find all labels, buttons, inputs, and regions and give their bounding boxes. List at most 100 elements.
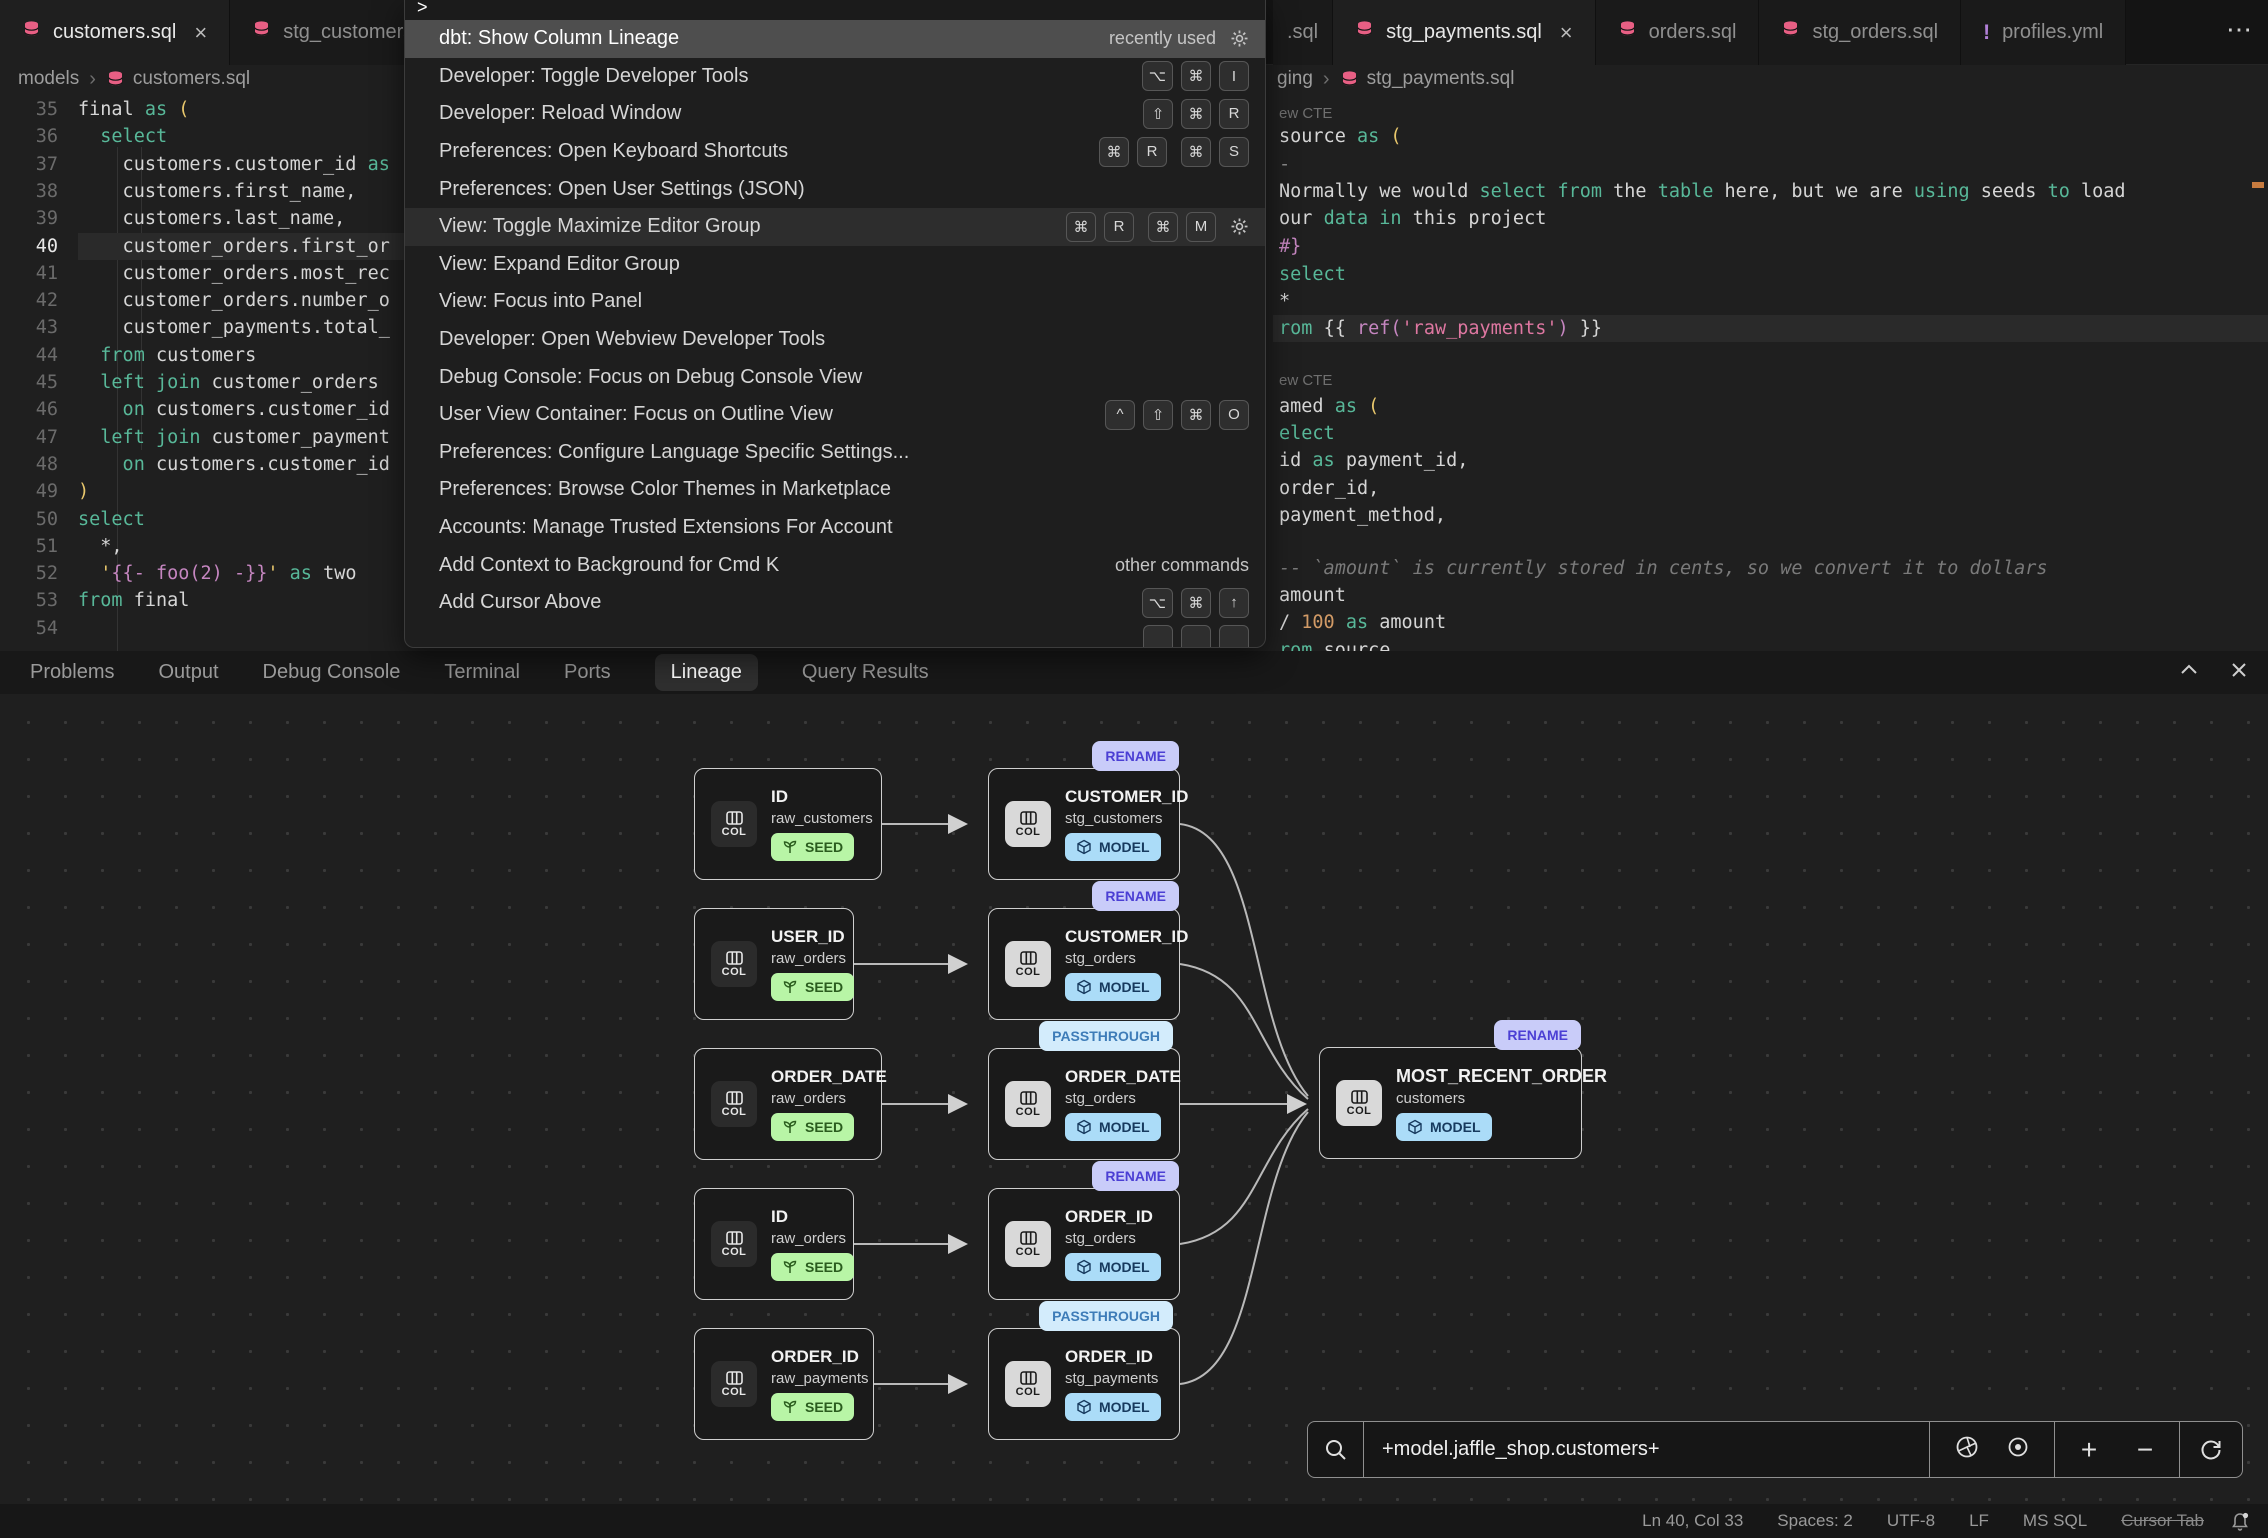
code-segment: select: [78, 126, 167, 147]
node-subtitle: stg_orders: [1065, 1230, 1161, 1247]
focus-target-icon[interactable]: [2006, 1435, 2030, 1464]
close-icon[interactable]: ×: [1560, 20, 1573, 46]
code-text: Normally we would select from the table …: [1279, 178, 2126, 205]
panel-close-icon[interactable]: [2228, 659, 2250, 686]
breadcrumb[interactable]: ging›stg_payments.sql: [1277, 65, 1514, 93]
code-segment: select: [1279, 264, 1346, 285]
code-editor-stg-payments[interactable]: ew CTEsource as (-Normally we would sele…: [1273, 93, 2268, 651]
tab-stg_payments-sql[interactable]: stg_payments.sql ×: [1333, 0, 1596, 65]
panel-tab-problems[interactable]: Problems: [30, 661, 114, 684]
code-text: order_id,: [1279, 475, 1379, 502]
line-number: 48: [0, 451, 58, 478]
palette-row[interactable]: User View Container: Focus on Outline Vi…: [405, 396, 1265, 434]
status-item-spaces-2[interactable]: Spaces: 2: [1777, 1511, 1853, 1531]
column-icon: [726, 951, 743, 965]
code-line: 39 customers.last_name,: [0, 205, 404, 232]
code-text: select: [78, 506, 145, 533]
palette-row[interactable]: dbt: Show Column Lineagerecently used: [405, 20, 1265, 58]
status-item-lf[interactable]: LF: [1969, 1511, 1989, 1531]
palette-row[interactable]: Add Cursor Above⌥⌘↑: [405, 584, 1265, 622]
breadcrumb-part[interactable]: ging: [1277, 68, 1313, 90]
command-palette-input[interactable]: >: [405, 0, 1265, 20]
more-tabs-button[interactable]: ⋯: [2226, 14, 2254, 45]
column-icon: [726, 1091, 743, 1105]
lineage-toolbar: + −: [1307, 1421, 2243, 1478]
tab-orders-sql[interactable]: orders.sql: [1596, 0, 1760, 65]
lineage-node-id-raw_customers[interactable]: COLIDraw_customersSEED: [694, 768, 882, 880]
close-icon[interactable]: ×: [194, 20, 207, 46]
seed-icon: [782, 979, 798, 995]
lineage-node-customer_id-stg_orders[interactable]: RENAMECOLCUSTOMER_IDstg_ordersMODEL: [988, 908, 1180, 1020]
breadcrumb-part[interactable]: models: [18, 68, 79, 90]
app-window: customers.sql×stg_customers .sqlstg_paym…: [0, 0, 2268, 1538]
palette-row[interactable]: Preferences: Browse Color Themes in Mark…: [405, 471, 1265, 509]
code-segment: amount: [1379, 612, 1446, 633]
tab-profiles-yml[interactable]: !profiles.yml: [1961, 0, 2126, 65]
panel-tab-lineage[interactable]: Lineage: [655, 654, 758, 691]
column-icon: [726, 1371, 743, 1385]
keybinding-chip: ⌘: [1181, 61, 1211, 91]
palette-row[interactable]: Accounts: Manage Trusted Extensions For …: [405, 509, 1265, 547]
aperture-icon[interactable]: [1954, 1434, 1980, 1465]
palette-row[interactable]: View: Toggle Maximize Editor Group⌘R⌘M: [405, 208, 1265, 246]
database-icon: [22, 20, 41, 45]
palette-row[interactable]: Preferences: Open Keyboard Shortcuts⌘R⌘S: [405, 133, 1265, 171]
panel-tab-debug-console[interactable]: Debug Console: [263, 661, 401, 684]
palette-row[interactable]: View: Focus into Panel: [405, 283, 1265, 321]
status-item-ln-40-col-33[interactable]: Ln 40, Col 33: [1642, 1511, 1743, 1531]
tab-label: stg_payments.sql: [1386, 21, 1542, 44]
breadcrumb-file-item[interactable]: customers.sql: [106, 68, 250, 90]
code-line: 54: [0, 615, 404, 642]
gear-icon[interactable]: [1230, 29, 1249, 48]
status-item-ms-sql[interactable]: MS SQL: [2023, 1511, 2087, 1531]
palette-row[interactable]: [405, 622, 1265, 649]
zoom-out-button[interactable]: −: [2117, 1434, 2173, 1466]
panel-tab-output[interactable]: Output: [158, 661, 218, 684]
line-number: 41: [0, 260, 58, 287]
tab-customers-sql[interactable]: customers.sql×: [0, 0, 230, 65]
node-subtitle: stg_orders: [1065, 950, 1188, 967]
tab-stg_orders-sql[interactable]: stg_orders.sql: [1759, 0, 1961, 65]
palette-row[interactable]: Preferences: Configure Language Specific…: [405, 434, 1265, 472]
lineage-node-order_id-raw_payments[interactable]: COLORDER_IDraw_paymentsSEED: [694, 1328, 874, 1440]
breadcrumb[interactable]: models›customers.sql: [18, 65, 250, 93]
lineage-canvas[interactable]: COLIDraw_customersSEED COLUSER_IDraw_orde…: [0, 694, 2268, 1504]
code-editor-customers[interactable]: 35final as (36 select37 customers.custom…: [0, 93, 404, 651]
lineage-node-most_recent_order-customers[interactable]: RENAMECOLMOST_RECENT_ORDERcustomersMODEL: [1319, 1047, 1582, 1159]
lineage-node-order_id-stg_orders[interactable]: RENAMECOLORDER_IDstg_ordersMODEL: [988, 1188, 1180, 1300]
refresh-icon: [2198, 1437, 2224, 1463]
tab--sql[interactable]: .sql: [1273, 0, 1333, 65]
status-item-utf-8[interactable]: UTF-8: [1887, 1511, 1935, 1531]
status-item-cursor-tab[interactable]: Cursor Tab: [2121, 1511, 2204, 1531]
palette-row[interactable]: View: Expand Editor Group: [405, 246, 1265, 284]
code-line: #}: [1273, 233, 2268, 260]
lineage-search-input[interactable]: [1364, 1422, 1930, 1477]
panel-tab-ports[interactable]: Ports: [564, 661, 611, 684]
panel-tab-query-results[interactable]: Query Results: [802, 661, 929, 684]
palette-row[interactable]: Add Context to Background for Cmd Kother…: [405, 546, 1265, 584]
palette-row[interactable]: Developer: Reload Window⇧⌘R: [405, 95, 1265, 133]
lineage-node-order_date-raw_orders[interactable]: COLORDER_DATEraw_ordersSEED: [694, 1048, 882, 1160]
lineage-node-user_id-raw_orders[interactable]: COLUSER_IDraw_ordersSEED: [694, 908, 854, 1020]
lineage-node-order_date-stg_orders[interactable]: PASSTHROUGHCOLORDER_DATEstg_ordersMODEL: [988, 1048, 1180, 1160]
notification-bell-icon[interactable]: [2228, 1510, 2252, 1538]
palette-row[interactable]: Debug Console: Focus on Debug Console Vi…: [405, 358, 1265, 396]
command-palette-list: dbt: Show Column Lineagerecently usedDev…: [405, 20, 1265, 648]
gear-icon[interactable]: [1230, 217, 1249, 236]
lineage-node-id-raw_orders[interactable]: COLIDraw_ordersSEED: [694, 1188, 854, 1300]
code-segment: customer_orders.first_or: [78, 236, 390, 257]
lineage-node-order_id-stg_payments[interactable]: PASSTHROUGHCOLORDER_IDstg_paymentsMODEL: [988, 1328, 1180, 1440]
code-segment: 'raw_payments': [1402, 318, 1558, 339]
refresh-button[interactable]: [2180, 1422, 2242, 1477]
panel-tab-terminal[interactable]: Terminal: [444, 661, 520, 684]
palette-row[interactable]: Developer: Open Webview Developer Tools: [405, 321, 1265, 359]
palette-row[interactable]: Preferences: Open User Settings (JSON): [405, 170, 1265, 208]
code-segment: [279, 563, 290, 584]
panel-maximize-icon[interactable]: [2178, 659, 2200, 686]
zoom-in-button[interactable]: +: [2061, 1434, 2117, 1466]
palette-row[interactable]: Developer: Toggle Developer Tools⌥⌘I: [405, 58, 1265, 96]
breadcrumb-file-item[interactable]: stg_payments.sql: [1340, 68, 1515, 90]
code-line: order_id,: [1273, 475, 2268, 502]
lineage-node-customer_id-stg_customers[interactable]: RENAMECOLCUSTOMER_IDstg_customersMODEL: [988, 768, 1180, 880]
palette-row-extras: [1143, 625, 1249, 648]
